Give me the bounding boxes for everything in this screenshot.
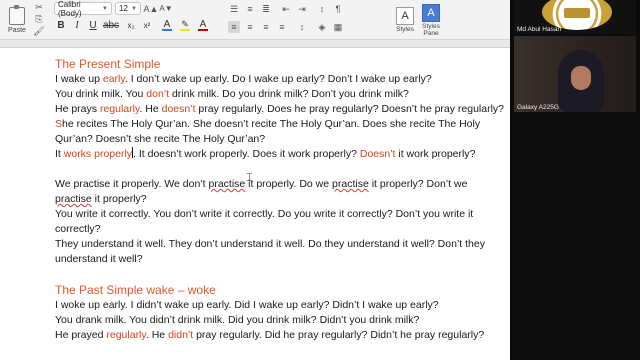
justify-icon[interactable]: ≡ [276,21,288,33]
bold-button[interactable]: B [54,18,68,32]
ibeam-cursor-icon: ⌶ [246,171,253,184]
styles-label: Styles [396,26,414,33]
participant-name: Md Abul Hasan [517,26,562,33]
sort-icon[interactable]: ↕ [316,3,328,15]
numbering-icon[interactable]: ≡ [244,3,256,15]
paragraph: He prays regularly. He doesn’t pray regu… [55,103,505,115]
increase-indent-icon[interactable]: ⇥ [296,3,308,15]
copy-icon[interactable]: ⎘ [34,14,44,24]
bullets-icon[interactable]: ☰ [228,3,240,15]
shading-icon[interactable]: ◈ [316,21,328,33]
paragraph: They understand it well. They don’t unde… [55,238,485,265]
superscript-button[interactable]: x² [140,18,154,32]
font-name-value: Calibri (Body) [58,0,82,18]
subscript-button[interactable]: x₂ [124,18,138,32]
paragraph: I woke up early. I didn’t wake up early.… [55,299,439,311]
participant-tile[interactable]: Md Abul Hasan [514,0,636,34]
styles-button[interactable]: A Styles [394,2,416,38]
document-body[interactable]: The Present Simple I wake up early. I do… [55,56,505,343]
participant-tile[interactable]: Galaxy A225G [514,36,636,112]
styles-icon: A [396,7,414,25]
paragraph: She recites The Holy Qur’an. She doesn’t… [55,118,481,145]
styles-pane-button[interactable]: A Styles Pane [418,2,444,38]
strikethrough-button[interactable]: abc [103,18,119,32]
cut-icon[interactable]: ✂ [34,2,44,12]
font-color-button[interactable]: A [196,18,210,32]
format-painter-icon[interactable]: 🖌 [33,26,44,36]
ruler[interactable] [0,40,510,48]
paste-label: Paste [8,26,26,34]
underline-button[interactable]: U [86,18,100,32]
styles-pane-icon: A [422,3,440,22]
paste-button[interactable]: Paste [2,2,32,38]
ribbon-toolbar: Paste ✂ ⎘ 🖌 Calibri (Body) ▼ 12 ▼ A▲ A▼ … [0,0,510,40]
highlight-button[interactable]: ✎ [178,18,192,32]
grow-font-icon[interactable]: A▲ [144,2,159,15]
shrink-font-icon[interactable]: A▼ [159,2,172,15]
font-name-select[interactable]: Calibri (Body) ▼ [54,0,112,18]
video-panel: Md Abul Hasan Galaxy A225G [510,0,640,360]
align-right-icon[interactable]: ≡ [260,21,272,33]
word-window: Paste ✂ ⎘ 🖌 Calibri (Body) ▼ 12 ▼ A▲ A▼ … [0,0,510,360]
align-left-icon[interactable]: ≡ [228,21,240,33]
paragraph: You drank milk. You didn’t drink milk. D… [55,314,420,326]
paragraph: We practise it properly. We don’t practi… [55,178,468,205]
multilevel-list-icon[interactable]: ≣ [260,3,272,15]
heading-present-simple: The Present Simple [55,57,161,71]
italic-button[interactable]: I [70,18,84,32]
align-center-icon[interactable]: ≡ [244,21,256,33]
paragraph: You drink milk. You don’t drink milk. Do… [55,88,409,100]
chevron-down-icon: ▼ [102,5,108,12]
text-effects-button[interactable]: A [160,18,174,32]
line-spacing-icon[interactable]: ↕ [296,21,308,33]
paragraph: He prayed regularly. He didn’t pray regu… [55,329,485,341]
paragraph: It works properly. It doesn’t work prope… [55,147,476,160]
decrease-indent-icon[interactable]: ⇤ [280,3,292,15]
heading-past-simple: The Past Simple wake – woke [55,283,216,297]
font-size-select[interactable]: 12 ▼ [115,2,141,15]
styles-pane-label: Styles Pane [422,22,440,37]
paragraph: I wake up early. I don’t wake up early. … [55,73,432,85]
paragraph: You write it correctly. You don’t write … [55,208,474,235]
participant-video [558,50,604,112]
participant-name: Galaxy A225G [517,104,559,111]
paragraph-marks-icon[interactable]: ¶ [332,3,344,15]
borders-icon[interactable]: ▦ [332,21,344,33]
chevron-down-icon: ▼ [131,5,137,12]
font-size-value: 12 [119,4,128,13]
clipboard-icon [9,4,25,25]
